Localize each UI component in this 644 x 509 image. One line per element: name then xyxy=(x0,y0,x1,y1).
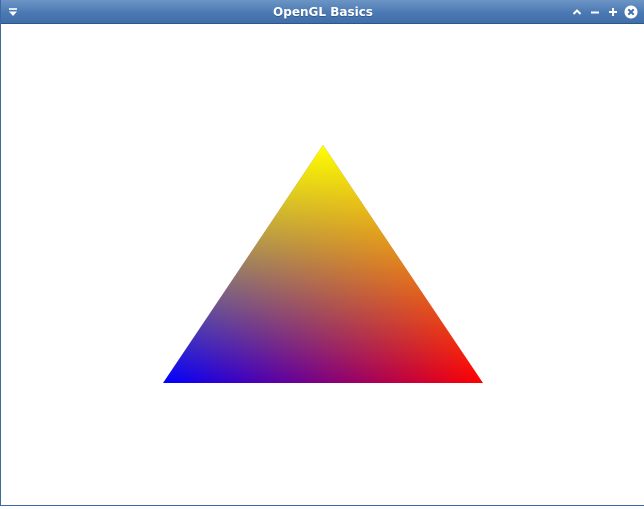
shade-button[interactable] xyxy=(568,3,586,21)
minus-icon xyxy=(589,6,601,18)
chevron-up-icon xyxy=(571,6,583,18)
plus-icon xyxy=(607,6,619,18)
colored-triangle xyxy=(163,145,483,383)
gl-viewport[interactable] xyxy=(2,24,644,505)
gl-scene xyxy=(163,145,483,383)
minimize-button[interactable] xyxy=(586,3,604,21)
window-title: OpenGL Basics xyxy=(273,5,373,19)
close-button[interactable] xyxy=(622,3,640,21)
maximize-button[interactable] xyxy=(604,3,622,21)
close-circle-icon xyxy=(624,5,638,19)
title-bar[interactable]: OpenGL Basics xyxy=(1,0,644,24)
app-window: OpenGL Basics xyxy=(0,0,644,506)
